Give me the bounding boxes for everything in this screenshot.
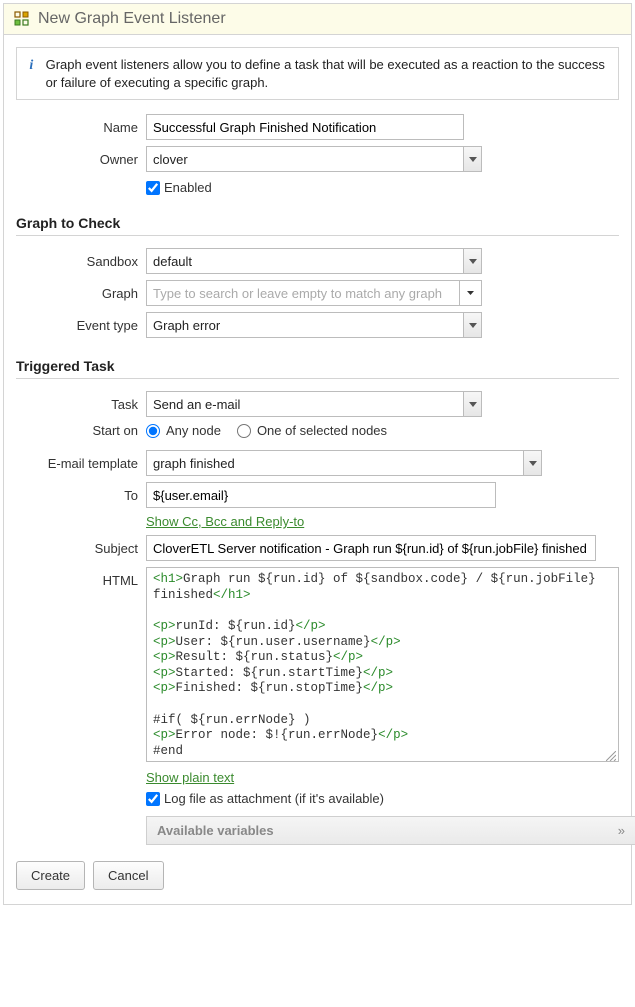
- html-tag: <p>: [153, 619, 176, 633]
- graph-label: Graph: [16, 286, 146, 301]
- panel-header: New Graph Event Listener: [4, 4, 631, 35]
- listener-icon: [14, 11, 30, 27]
- show-cc-bcc-link[interactable]: Show Cc, Bcc and Reply-to: [146, 514, 304, 529]
- start-on-radio-group: Any node One of selected nodes: [146, 423, 387, 438]
- subject-input[interactable]: [146, 535, 596, 561]
- owner-select-value: clover: [153, 152, 188, 167]
- chevron-down-icon: [463, 249, 481, 273]
- html-label: HTML: [16, 567, 146, 588]
- log-attachment-checkbox-input[interactable]: [146, 792, 160, 806]
- html-text: Result: ${run.status}: [176, 650, 334, 664]
- start-on-any-node[interactable]: Any node: [146, 423, 221, 438]
- owner-label: Owner: [16, 152, 146, 167]
- cancel-button[interactable]: Cancel: [93, 861, 163, 890]
- html-text: #if( ${run.errNode} ): [153, 713, 311, 727]
- html-tag: </p>: [296, 619, 326, 633]
- to-input[interactable]: [146, 482, 496, 508]
- enabled-label: Enabled: [164, 180, 212, 195]
- chevron-right-icon: »: [618, 823, 625, 838]
- resize-grip-icon[interactable]: [606, 749, 616, 759]
- task-select-value: Send an e-mail: [153, 397, 240, 412]
- html-tag: <p>: [153, 650, 176, 664]
- sandbox-select-value: default: [153, 254, 192, 269]
- show-plain-text-link[interactable]: Show plain text: [146, 770, 234, 785]
- email-template-value: graph finished: [153, 456, 235, 471]
- log-attachment-label: Log file as attachment (if it's availabl…: [164, 791, 384, 806]
- chevron-down-icon: [463, 313, 481, 337]
- html-tag: </p>: [378, 728, 408, 742]
- available-variables-accordion[interactable]: Available variables »: [146, 816, 635, 845]
- html-text: Finished: ${run.stopTime}: [176, 681, 364, 695]
- subject-label: Subject: [16, 541, 146, 556]
- html-tag: </p>: [363, 681, 393, 695]
- graph-search-input[interactable]: [147, 281, 459, 305]
- start-on-label: Start on: [16, 423, 146, 438]
- chevron-down-icon: [463, 147, 481, 171]
- info-text: Graph event listeners allow you to defin…: [46, 56, 608, 91]
- graph-combobox[interactable]: [146, 280, 482, 306]
- html-tag: <h1>: [153, 572, 183, 586]
- sandbox-label: Sandbox: [16, 254, 146, 269]
- html-tag: </p>: [333, 650, 363, 664]
- panel-body: i Graph event listeners allow you to def…: [4, 35, 631, 904]
- log-attachment-checkbox[interactable]: Log file as attachment (if it's availabl…: [146, 791, 619, 806]
- info-icon: i: [27, 56, 36, 74]
- section-triggered-task: Triggered Task: [16, 358, 619, 379]
- email-template-select[interactable]: graph finished: [146, 450, 542, 476]
- event-type-value: Graph error: [153, 318, 220, 333]
- html-text: #end: [153, 744, 183, 758]
- event-type-select[interactable]: Graph error: [146, 312, 482, 338]
- html-text: runId: ${run.id}: [176, 619, 296, 633]
- html-tag: </h1>: [213, 588, 251, 602]
- html-tag: <p>: [153, 666, 176, 680]
- button-bar: Create Cancel: [16, 861, 619, 890]
- to-label: To: [16, 488, 146, 503]
- info-box: i Graph event listeners allow you to def…: [16, 47, 619, 100]
- chevron-down-icon: [523, 451, 541, 475]
- html-text: Started: ${run.startTime}: [176, 666, 364, 680]
- email-template-label: E-mail template: [16, 456, 146, 471]
- radio-any-node[interactable]: [146, 424, 160, 438]
- html-text: Error node: $!{run.errNode}: [176, 728, 379, 742]
- html-body-area[interactable]: <h1>Graph run ${run.id} of ${sandbox.cod…: [146, 567, 619, 762]
- available-variables-label: Available variables: [157, 823, 274, 838]
- html-tag: <p>: [153, 681, 176, 695]
- html-tag: </p>: [371, 635, 401, 649]
- name-input[interactable]: [146, 114, 464, 140]
- task-label: Task: [16, 397, 146, 412]
- start-on-selected-node[interactable]: One of selected nodes: [237, 423, 387, 438]
- section-graph-check: Graph to Check: [16, 215, 619, 236]
- create-button[interactable]: Create: [16, 861, 85, 890]
- radio-one-node[interactable]: [237, 424, 251, 438]
- enabled-checkbox-input[interactable]: [146, 181, 160, 195]
- task-select[interactable]: Send an e-mail: [146, 391, 482, 417]
- html-text: User: ${run.user.username}: [176, 635, 371, 649]
- name-label: Name: [16, 120, 146, 135]
- radio-any-node-label: Any node: [166, 423, 221, 438]
- html-tag: <p>: [153, 728, 176, 742]
- sandbox-select[interactable]: default: [146, 248, 482, 274]
- caret-down-icon[interactable]: [459, 281, 481, 305]
- chevron-down-icon: [463, 392, 481, 416]
- html-tag: </p>: [363, 666, 393, 680]
- owner-select[interactable]: clover: [146, 146, 482, 172]
- panel-title: New Graph Event Listener: [38, 10, 226, 28]
- enabled-checkbox[interactable]: Enabled: [146, 180, 619, 195]
- event-type-label: Event type: [16, 318, 146, 333]
- radio-one-node-label: One of selected nodes: [257, 423, 387, 438]
- html-tag: <p>: [153, 635, 176, 649]
- html-body-content[interactable]: <h1>Graph run ${run.id} of ${sandbox.cod…: [147, 568, 618, 761]
- panel: New Graph Event Listener i Graph event l…: [3, 3, 632, 905]
